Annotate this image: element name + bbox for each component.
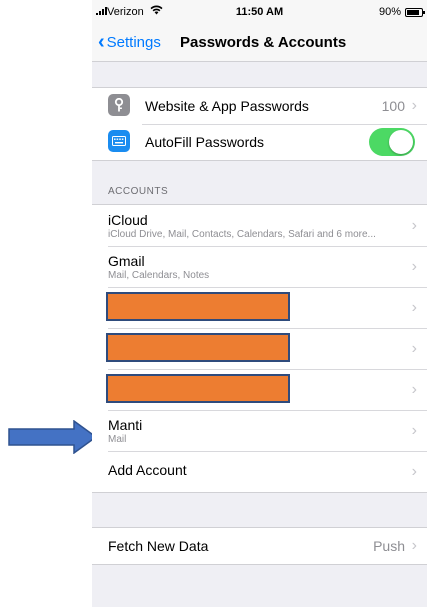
account-name: Gmail: [108, 253, 145, 269]
password-count: 100: [381, 98, 405, 114]
back-button[interactable]: ‹ Settings: [98, 32, 161, 52]
autofill-passwords-label: AutoFill Passwords: [145, 134, 265, 150]
key-icon: [108, 94, 130, 116]
annotation-arrow: [8, 420, 98, 454]
toggle-knob: [389, 130, 413, 154]
chevron-right-icon: ›: [411, 463, 417, 480]
accounts-group: iCloud iCloud Drive, Mail, Contacts, Cal…: [92, 204, 427, 493]
redaction-box: [106, 292, 290, 321]
website-passwords-label: Website & App Passwords: [145, 98, 309, 114]
passwords-group: Website & App Passwords 100 › AutoFill P…: [92, 87, 427, 161]
back-label: Settings: [106, 33, 161, 51]
account-name: Manti: [108, 417, 143, 433]
fetch-value: Push: [373, 538, 405, 554]
account-name: iCloud: [108, 212, 148, 228]
autofill-toggle[interactable]: [369, 128, 415, 156]
clock: 11:50 AM: [235, 6, 284, 18]
page-title: Passwords & Accounts: [180, 34, 347, 51]
account-row-gmail[interactable]: Gmail Mail, Calendars, Notes ›: [92, 246, 427, 287]
account-row-redacted[interactable]: ›: [92, 328, 427, 369]
keyboard-icon: [108, 130, 130, 152]
website-app-passwords-row[interactable]: Website & App Passwords 100 ›: [92, 88, 427, 124]
chevron-right-icon: ›: [411, 258, 417, 275]
fetch-new-data-row[interactable]: Fetch New Data Push ›: [92, 528, 427, 564]
settings-screen: Verizon 11:50 AM 90% ‹ Settings Password…: [92, 0, 427, 607]
status-bar: Verizon 11:50 AM 90%: [92, 0, 427, 26]
chevron-right-icon: ›: [411, 381, 417, 398]
chevron-right-icon: ›: [411, 299, 417, 316]
fetch-new-data-label: Fetch New Data: [108, 538, 209, 554]
chevron-right-icon: ›: [411, 217, 417, 234]
account-row-redacted[interactable]: ›: [92, 369, 427, 410]
accounts-section-header: ACCOUNTS: [108, 186, 169, 197]
battery-icon: [405, 8, 425, 17]
account-row-icloud[interactable]: iCloud iCloud Drive, Mail, Contacts, Cal…: [92, 205, 427, 246]
battery-percent: 90%: [378, 6, 401, 18]
fetch-group: Fetch New Data Push ›: [92, 527, 427, 565]
redaction-box: [106, 374, 290, 403]
add-account-label: Add Account: [108, 462, 187, 478]
account-row-redacted[interactable]: ›: [92, 287, 427, 328]
chevron-right-icon: ›: [411, 537, 417, 554]
chevron-right-icon: ›: [411, 97, 417, 114]
chevron-left-icon: ‹: [98, 31, 105, 53]
autofill-passwords-row: AutoFill Passwords: [92, 124, 427, 160]
navigation-bar: ‹ Settings Passwords & Accounts: [92, 26, 427, 62]
add-account-row[interactable]: Add Account ›: [92, 451, 427, 492]
account-row-manti[interactable]: Manti Mail ›: [92, 410, 427, 451]
account-detail: Mail, Calendars, Notes: [108, 270, 210, 281]
chevron-right-icon: ›: [411, 422, 417, 439]
redaction-box: [106, 333, 290, 362]
chevron-right-icon: ›: [411, 340, 417, 357]
account-detail: Mail: [108, 434, 127, 445]
account-detail: iCloud Drive, Mail, Contacts, Calendars,…: [108, 229, 376, 240]
